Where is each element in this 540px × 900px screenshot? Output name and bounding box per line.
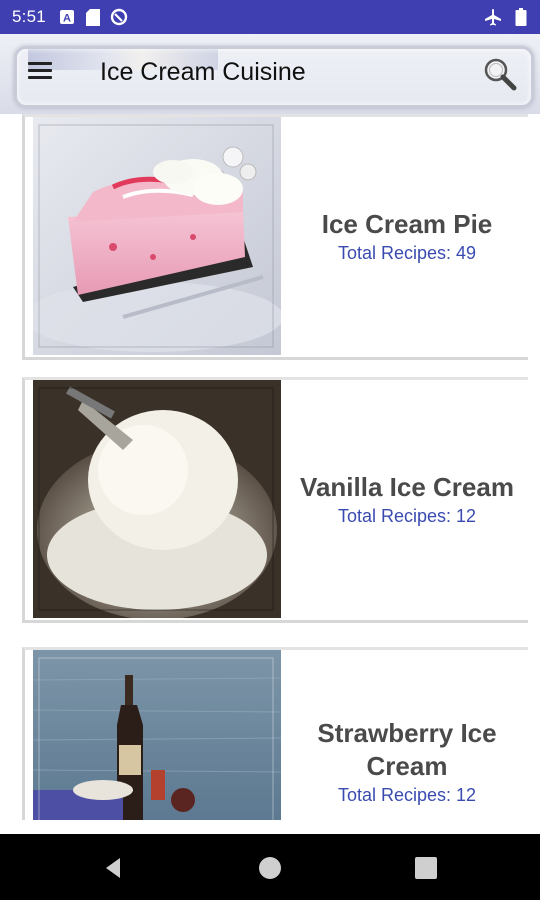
search-icon[interactable] xyxy=(482,56,518,92)
data-saver-icon xyxy=(110,8,128,26)
category-recipe-count: Total Recipes: 12 xyxy=(337,506,477,526)
status-bar: 5:51 A xyxy=(0,0,540,34)
category-title: Vanilla Ice Cream xyxy=(300,472,514,502)
status-time: 5:51 xyxy=(12,7,46,26)
hamburger-menu-icon[interactable] xyxy=(28,62,52,80)
category-image-ice-cream-pie xyxy=(33,117,281,355)
page-title: Ice Cream Cuisine xyxy=(100,58,306,86)
category-text: Vanilla Ice Cream Total Recipes: 12 xyxy=(283,380,531,618)
category-recipe-count: Total Recipes: 49 xyxy=(337,243,477,263)
category-recipe-count: Total Recipes: 12 xyxy=(337,784,477,805)
status-system-icons xyxy=(484,0,530,34)
sd-card-icon xyxy=(84,8,102,26)
battery-icon xyxy=(512,8,530,26)
home-icon[interactable] xyxy=(256,854,284,882)
recents-icon[interactable] xyxy=(412,854,440,882)
category-card[interactable]: Vanilla Ice Cream Total Recipes: 12 xyxy=(22,377,528,623)
category-card[interactable]: Ice Cream Pie Total Recipes: 49 xyxy=(22,114,528,360)
category-image-vanilla-ice-cream xyxy=(33,380,281,618)
svg-text:A: A xyxy=(63,13,71,25)
status-notification-icons: A xyxy=(58,8,128,26)
category-title: Ice Cream Pie xyxy=(321,209,493,239)
system-navigation-bar xyxy=(0,834,540,900)
airplane-mode-icon xyxy=(484,8,502,26)
back-icon[interactable] xyxy=(100,854,128,882)
category-list: Ice Cream Pie Total Recipes: 49 Vanilla … xyxy=(0,114,540,820)
category-image-strawberry-ice-cream xyxy=(33,650,281,820)
font-a-icon: A xyxy=(58,8,76,26)
category-text: Ice Cream Pie Total Recipes: 49 xyxy=(283,117,531,355)
category-title: Strawberry Ice Cream xyxy=(317,717,497,781)
category-text: Strawberry Ice Cream Total Recipes: 12 xyxy=(283,642,531,820)
category-card[interactable]: Strawberry Ice Cream Total Recipes: 12 xyxy=(22,647,528,820)
